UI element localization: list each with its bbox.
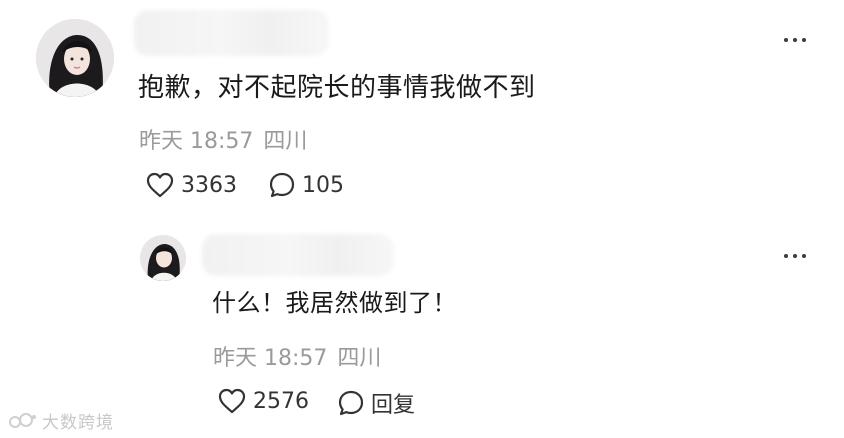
speech-bubble-icon xyxy=(338,390,364,416)
watermark: 大数跨境 xyxy=(8,408,114,433)
watermark-text: 大数跨境 xyxy=(42,413,114,433)
username-redacted[interactable] xyxy=(134,10,329,56)
heart-outline-icon xyxy=(218,388,246,414)
username-redacted[interactable] xyxy=(202,234,394,276)
heart-outline-icon xyxy=(146,172,174,198)
comment-time: 昨天 18:57 xyxy=(139,129,254,154)
reply-count: 105 xyxy=(302,172,344,198)
like-button[interactable]: 2576 xyxy=(217,387,309,415)
avatar[interactable] xyxy=(140,235,186,281)
reply-label: 回复 xyxy=(371,393,416,418)
comment-meta: 昨天 18:57 四川 xyxy=(139,123,307,155)
comment-location: 四川 xyxy=(263,129,308,154)
like-count: 3363 xyxy=(181,172,237,198)
replies-button[interactable]: 105 xyxy=(268,171,344,199)
reply-time: 昨天 18:57 xyxy=(213,346,328,371)
brand-logo-icon xyxy=(9,412,36,428)
like-count: 2576 xyxy=(253,388,309,414)
reply-meta: 昨天 18:57 四川 xyxy=(213,340,381,372)
avatar-photo xyxy=(140,235,186,281)
reply-text: 什么！我居然做到了！ xyxy=(212,289,457,317)
avatar[interactable] xyxy=(36,19,114,97)
more-dots-icon[interactable] xyxy=(784,38,806,42)
speech-bubble-icon xyxy=(269,172,295,198)
more-dots-icon[interactable] xyxy=(784,254,806,258)
reply-button[interactable]: 回复 xyxy=(337,387,415,419)
like-button[interactable]: 3363 xyxy=(145,171,237,199)
comment-thread: 抱歉，对不起院长的事情我做不到 昨天 18:57 四川 3363 105 什么！我… xyxy=(0,0,844,438)
comment-text: 抱歉，对不起院长的事情我做不到 xyxy=(138,73,536,103)
reply-location: 四川 xyxy=(337,346,382,371)
avatar-photo xyxy=(36,19,114,97)
